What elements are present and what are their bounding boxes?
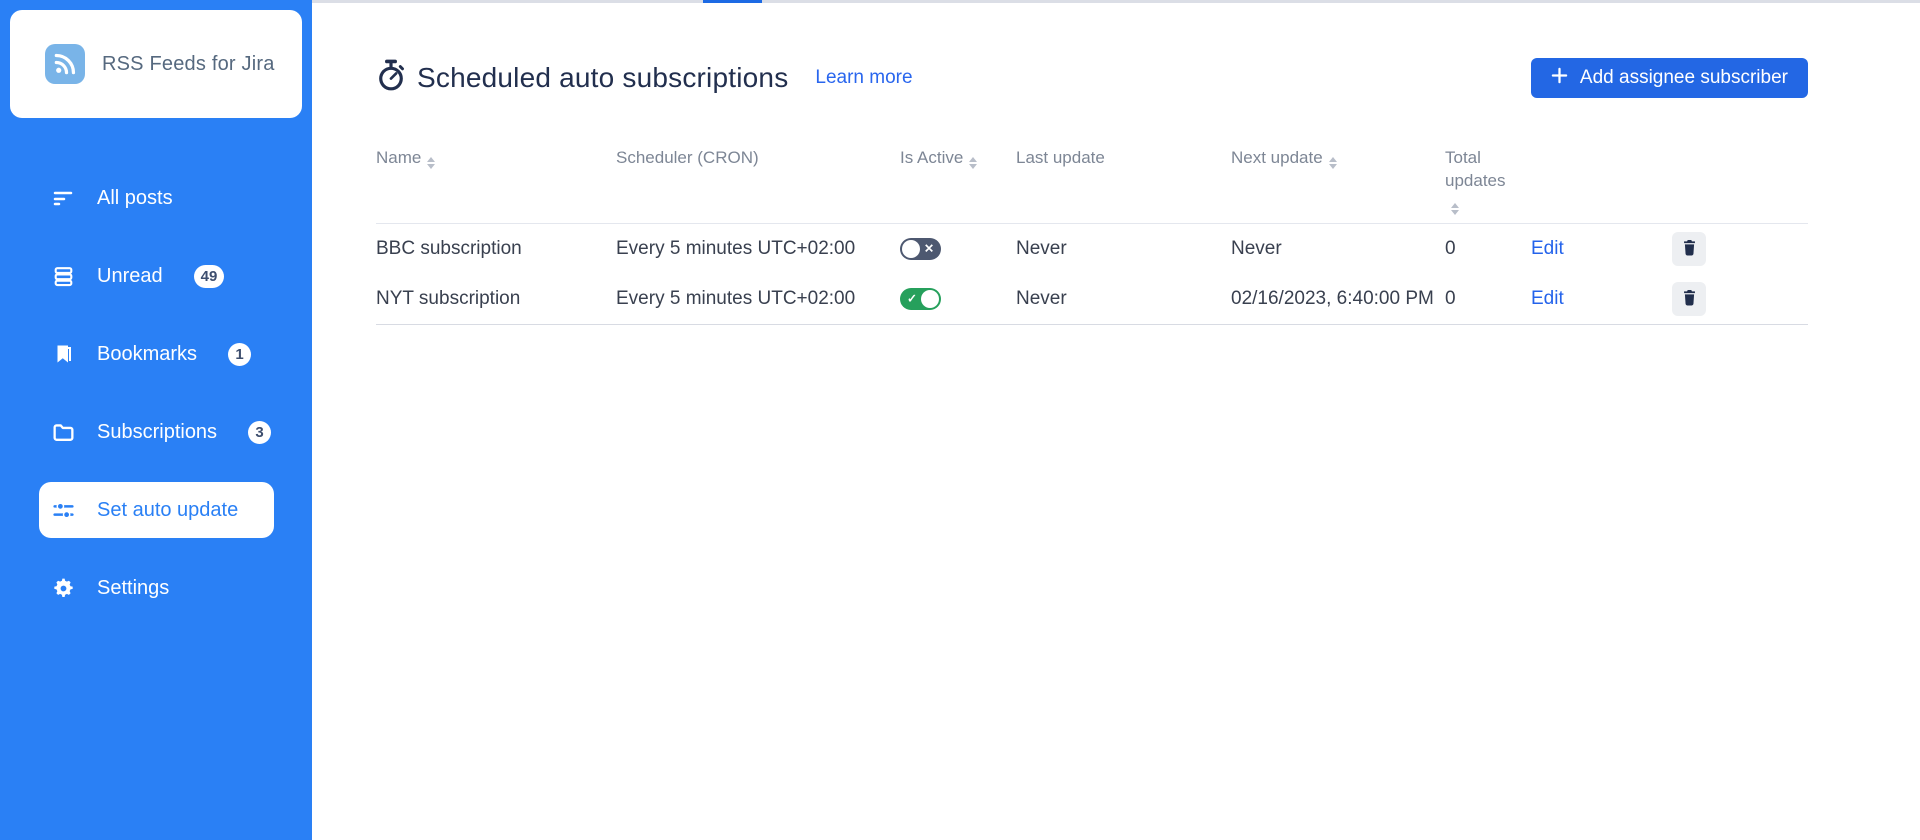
sidebar-item-unread[interactable]: Unread 49: [39, 248, 274, 304]
sidebar-item-label: Unread: [97, 265, 163, 288]
toggle-state-icon: ✓: [907, 292, 917, 306]
scheduler-value: Every 5 minutes UTC+02:00: [616, 288, 900, 310]
next-update-value: 02/16/2023, 6:40:00 PM: [1231, 288, 1445, 310]
page-title: Scheduled auto subscriptions: [417, 62, 788, 94]
plus-icon: [1551, 67, 1568, 90]
posts-icon: [50, 185, 76, 211]
last-update-value: Never: [1016, 288, 1231, 310]
next-update-value: Never: [1231, 238, 1445, 260]
column-header-last-update: Last update: [1016, 146, 1231, 169]
top-border: [312, 0, 1920, 3]
table-body: BBC subscription Every 5 minutes UTC+02:…: [376, 224, 1808, 325]
sidebar-item-all-posts[interactable]: All posts: [39, 170, 274, 226]
sidebar-menu: All posts Unread 49 Bookmarks 1 Subscrip…: [0, 170, 312, 616]
column-header-next-update[interactable]: Next update: [1231, 146, 1445, 169]
table-row: BBC subscription Every 5 minutes UTC+02:…: [376, 224, 1808, 274]
sidebar-item-settings[interactable]: Settings: [39, 560, 274, 616]
subscription-name: NYT subscription: [376, 288, 616, 310]
subscriptions-count-badge: 3: [248, 421, 271, 444]
page-header: Scheduled auto subscriptions Learn more …: [376, 58, 1808, 98]
sidebar-item-label: Subscriptions: [97, 421, 217, 444]
trash-icon: [1682, 239, 1697, 259]
table-row: NYT subscription Every 5 minutes UTC+02:…: [376, 274, 1808, 324]
table-header-row: Name Scheduler (CRON) Is Active Last upd…: [376, 140, 1808, 224]
last-update-value: Never: [1016, 238, 1231, 260]
subscriptions-table: Name Scheduler (CRON) Is Active Last upd…: [376, 140, 1808, 325]
column-header-scheduler: Scheduler (CRON): [616, 146, 900, 169]
sidebar-item-label: Bookmarks: [97, 343, 197, 366]
edit-link[interactable]: Edit: [1531, 238, 1564, 259]
edit-link[interactable]: Edit: [1531, 288, 1564, 309]
add-assignee-subscriber-button[interactable]: Add assignee subscriber: [1531, 58, 1808, 98]
bookmark-icon: [50, 341, 76, 367]
toggle-knob: [902, 240, 920, 258]
delete-button[interactable]: [1672, 282, 1706, 316]
is-active-toggle[interactable]: ✕: [900, 238, 941, 260]
folder-icon: [50, 419, 76, 445]
is-active-toggle[interactable]: ✓: [900, 288, 941, 310]
sidebar-item-label: All posts: [97, 187, 173, 210]
sort-icon: [1451, 203, 1459, 215]
stack-icon: [50, 263, 76, 289]
delete-button[interactable]: [1672, 232, 1706, 266]
toggle-state-icon: ✕: [924, 242, 934, 256]
column-header-is-active[interactable]: Is Active: [900, 146, 1016, 169]
trash-icon: [1682, 289, 1697, 309]
sort-icon: [969, 157, 977, 169]
sidebar-item-subscriptions[interactable]: Subscriptions 3: [39, 404, 274, 460]
sidebar-item-label: Set auto update: [97, 499, 238, 522]
subscription-name: BBC subscription: [376, 238, 616, 260]
toggle-knob: [921, 290, 939, 308]
sidebar-item-label: Settings: [97, 577, 169, 600]
scheduler-value: Every 5 minutes UTC+02:00: [616, 238, 900, 260]
gear-icon: [50, 575, 76, 601]
column-header-name[interactable]: Name: [376, 146, 616, 169]
learn-more-link[interactable]: Learn more: [815, 67, 912, 89]
total-updates-value: 0: [1445, 288, 1531, 310]
sort-icon: [427, 157, 435, 169]
bookmarks-count-badge: 1: [228, 343, 251, 366]
app-logo-card: RSS Feeds for Jira: [10, 10, 302, 118]
sliders-icon: [50, 497, 76, 523]
tab-indicator: [703, 0, 762, 3]
main-content: Scheduled auto subscriptions Learn more …: [312, 0, 1920, 840]
column-header-total-updates[interactable]: Total updates: [1445, 146, 1531, 215]
sidebar-item-bookmarks[interactable]: Bookmarks 1: [39, 326, 274, 382]
total-updates-value: 0: [1445, 238, 1531, 260]
sidebar-item-set-auto-update[interactable]: Set auto update: [39, 482, 274, 538]
app-title: RSS Feeds for Jira: [102, 53, 275, 76]
sidebar: RSS Feeds for Jira All posts Unread 49 B…: [0, 0, 312, 840]
stopwatch-icon: [376, 59, 406, 97]
sort-icon: [1329, 157, 1337, 169]
rss-icon: [45, 44, 85, 84]
unread-count-badge: 49: [194, 265, 225, 288]
